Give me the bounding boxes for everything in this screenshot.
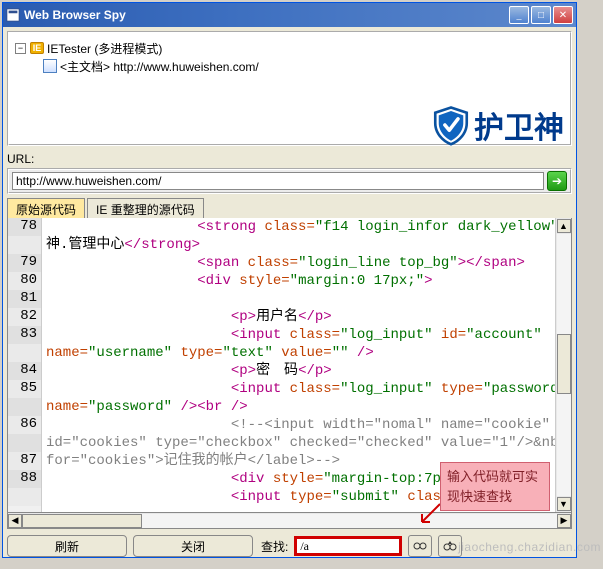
tree-collapse-icon[interactable]: −	[15, 43, 26, 54]
code-line: <p>密 码</p>	[46, 362, 555, 380]
code-line: <p>用户名</p>	[46, 308, 555, 326]
minimize-button[interactable]: _	[509, 6, 529, 24]
code-line: name="username" type="text" value="" />	[46, 344, 555, 362]
hint-line1: 输入代码就可实	[447, 469, 538, 484]
line-number	[8, 236, 41, 254]
code-line: <div style="margin:0 17px;">	[46, 272, 555, 290]
scroll-right-icon[interactable]: ▶	[557, 514, 571, 528]
hint-line2: 现快速查找	[447, 489, 512, 504]
find-next-button[interactable]	[408, 535, 432, 557]
refresh-button[interactable]: 刷新	[7, 535, 127, 557]
scroll-down-icon[interactable]: ▼	[557, 497, 571, 511]
window-title: Web Browser Spy	[24, 8, 507, 22]
scrollbar-horizontal[interactable]: ◀ ▶	[7, 513, 572, 529]
url-input[interactable]	[12, 172, 544, 190]
titlebar[interactable]: Web Browser Spy _ □ ✕	[3, 3, 576, 27]
line-number: 88	[8, 470, 41, 488]
line-number: 87	[8, 452, 41, 470]
scroll-left-icon[interactable]: ◀	[8, 514, 22, 528]
line-number: 82	[8, 308, 41, 326]
code-line	[46, 290, 555, 308]
line-number	[8, 434, 41, 452]
close-page-label: 关闭	[181, 538, 205, 555]
ie-icon: IE	[30, 42, 44, 54]
line-number: 84	[8, 362, 41, 380]
refresh-label: 刷新	[55, 538, 79, 555]
line-number: 80	[8, 272, 41, 290]
maximize-button[interactable]: □	[531, 6, 551, 24]
hint-tooltip: 输入代码就可实 现快速查找	[440, 462, 550, 511]
find-label: 查找:	[261, 538, 288, 555]
url-label: URL:	[7, 152, 572, 166]
binoculars-icon	[413, 539, 427, 553]
line-number: 81	[8, 290, 41, 308]
line-number: 79	[8, 254, 41, 272]
binoculars-up-icon	[443, 539, 457, 553]
tree-child-row[interactable]: <主文档> http://www.huweishen.com/	[15, 57, 564, 75]
document-icon	[43, 59, 57, 73]
find-input[interactable]	[294, 536, 402, 556]
tab-raw-source[interactable]: 原始源代码	[7, 198, 85, 218]
scroll-thumb[interactable]	[557, 334, 571, 394]
close-page-button[interactable]: 关闭	[133, 535, 253, 557]
line-number	[8, 398, 41, 416]
shield-icon	[430, 104, 472, 146]
tree-panel: − IE IETester (多进程模式) <主文档> http://www.h…	[7, 31, 572, 146]
tree-child-label: <主文档> http://www.huweishen.com/	[60, 58, 259, 75]
line-number	[8, 344, 41, 362]
line-number: 85	[8, 380, 41, 398]
line-number-gutter: 78 79 80 81 82 83 84 85 86 87 88	[8, 218, 42, 512]
tree-root-row[interactable]: − IE IETester (多进程模式)	[15, 39, 564, 57]
code-line: name="password" /><br />	[46, 398, 555, 416]
hint-arrow-icon	[420, 502, 442, 524]
scroll-thumb-h[interactable]	[22, 514, 142, 528]
scrollbar-vertical[interactable]: ▲ ▼	[555, 218, 571, 512]
scroll-track[interactable]	[557, 234, 571, 496]
line-number	[8, 488, 41, 506]
scroll-track-h[interactable]	[22, 514, 557, 528]
code-line: 神.管理中心</strong>	[46, 236, 555, 254]
code-line: <!--<input width="nomal" name="cookie"	[46, 416, 555, 434]
scroll-up-icon[interactable]: ▲	[557, 219, 571, 233]
tab-ie-reformatted-label: IE 重整理的源代码	[96, 203, 195, 217]
code-line: <span class="login_line top_bg"></span>	[46, 254, 555, 272]
code-line: id="cookies" type="checkbox" checked="ch…	[46, 434, 555, 452]
tab-ie-reformatted[interactable]: IE 重整理的源代码	[87, 198, 204, 218]
watermark: jiaocheng.chazidian.com	[458, 540, 601, 554]
tab-raw-source-label: 原始源代码	[16, 203, 76, 217]
brand-logo: 护卫神	[430, 103, 564, 147]
close-button[interactable]: ✕	[553, 6, 573, 24]
tree-root-label: IETester (多进程模式)	[47, 40, 162, 57]
brand-text: 护卫神	[474, 103, 564, 147]
line-number: 78	[8, 218, 41, 236]
code-line: <input class="log_input" id="account"	[46, 326, 555, 344]
app-icon	[6, 8, 20, 22]
code-line: <strong class="f14 login_infor dark_yell…	[46, 218, 555, 236]
go-button[interactable]: ➔	[547, 171, 567, 191]
line-number: 86	[8, 416, 41, 434]
source-tabs: 原始源代码 IE 重整理的源代码	[7, 198, 572, 218]
line-number: 83	[8, 326, 41, 344]
code-line: <input class="log_input" type="password"	[46, 380, 555, 398]
